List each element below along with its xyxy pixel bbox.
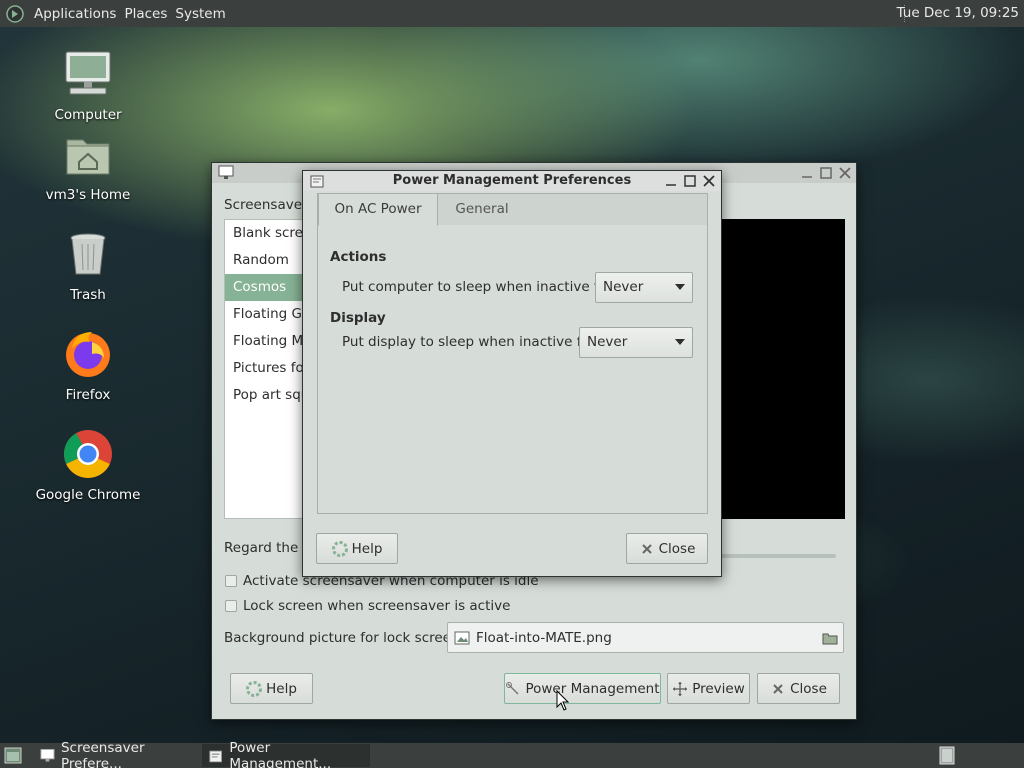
clock[interactable]: Tue Dec 19, 09:25 bbox=[897, 5, 1019, 21]
minimize-icon[interactable] bbox=[800, 166, 814, 180]
lock-label: Lock screen when screensaver is active bbox=[243, 598, 511, 614]
mate-logo-icon[interactable] bbox=[6, 4, 24, 23]
power-tabs: On AC Power General bbox=[317, 193, 708, 226]
close-label: Close bbox=[790, 680, 827, 697]
close-icon[interactable] bbox=[702, 174, 716, 188]
actions-heading: Actions bbox=[330, 249, 387, 265]
list-item-selected[interactable]: Cosmos bbox=[225, 274, 311, 301]
close-x-icon bbox=[641, 543, 652, 554]
show-desktop-icon[interactable] bbox=[4, 747, 22, 764]
close-icon[interactable] bbox=[838, 166, 852, 180]
desktop-icon-label: Firefox bbox=[65, 387, 111, 403]
task-power-management[interactable]: Power Management... bbox=[202, 740, 370, 768]
firefox-icon bbox=[66, 332, 110, 377]
desktop-icon-label: Google Chrome bbox=[35, 487, 141, 503]
maximize-icon[interactable] bbox=[683, 174, 697, 188]
tab-general[interactable]: General bbox=[438, 194, 526, 226]
sleep-computer-value: Never bbox=[603, 279, 644, 295]
list-item[interactable]: Pictures fol bbox=[225, 355, 311, 382]
display-heading: Display bbox=[330, 310, 386, 326]
power-help-label: Help bbox=[351, 540, 383, 557]
applications-menu[interactable]: Applications bbox=[30, 6, 120, 22]
sleep-computer-label: Put computer to sleep when inactive for: bbox=[342, 279, 617, 295]
list-item[interactable]: Floating MA bbox=[225, 328, 311, 355]
power-close-button[interactable]: Close bbox=[626, 533, 708, 564]
power-window-title: Power Management Preferences bbox=[392, 173, 632, 188]
lock-checkbox[interactable] bbox=[225, 600, 237, 612]
task-label: Screensaver Prefere... bbox=[60, 739, 145, 768]
dropdown-arrow-icon bbox=[675, 284, 685, 290]
workspace-switcher-icon[interactable] bbox=[939, 746, 955, 765]
dropdown-arrow-icon bbox=[675, 339, 685, 345]
sleep-display-dropdown[interactable]: Never bbox=[579, 327, 693, 358]
preview-label: Preview bbox=[692, 680, 745, 697]
help-icon bbox=[246, 680, 263, 697]
monitor-icon bbox=[40, 748, 55, 762]
desktop-icon-label: Computer bbox=[54, 107, 122, 123]
fullscreen-icon bbox=[673, 681, 688, 696]
image-file-icon bbox=[454, 631, 470, 644]
close-button[interactable]: Close bbox=[757, 673, 840, 704]
power-titlebar[interactable]: Power Management Preferences bbox=[303, 171, 721, 191]
computer-icon bbox=[65, 51, 111, 95]
mouse-cursor-icon bbox=[556, 690, 570, 711]
regard-label: Regard the c bbox=[224, 540, 310, 556]
bottom-taskbar: Screensaver Prefere... Power Management.… bbox=[0, 740, 1024, 768]
task-label: Power Management... bbox=[229, 739, 332, 768]
help-label: Help bbox=[266, 680, 297, 697]
desktop-icon-label: Trash bbox=[70, 287, 106, 303]
bg-picture-label: Background picture for lock screen: bbox=[224, 630, 465, 646]
theme-list[interactable]: Blank scree Random Cosmos Floating GN Fl… bbox=[224, 219, 312, 519]
power-management-window: Power Management Preferences On AC Power… bbox=[302, 170, 722, 577]
power-preferences-icon bbox=[209, 750, 222, 762]
monitor-icon bbox=[218, 165, 234, 179]
power-close-label: Close bbox=[658, 540, 696, 557]
power-management-icon bbox=[506, 681, 519, 695]
list-item[interactable]: Blank scree bbox=[225, 220, 311, 247]
close-x-icon bbox=[773, 683, 783, 694]
tab-on-ac-power[interactable]: On AC Power bbox=[318, 193, 438, 226]
list-item[interactable]: Pop art squ bbox=[225, 382, 311, 409]
desktop-icon-trash[interactable]: Trash bbox=[33, 228, 143, 303]
sleep-display-label: Put display to sleep when inactive for: bbox=[342, 334, 600, 350]
trash-icon bbox=[70, 233, 106, 275]
minimize-icon[interactable] bbox=[664, 174, 678, 188]
desktop-icon-home[interactable]: vm3's Home bbox=[33, 128, 143, 203]
places-menu[interactable]: Places bbox=[120, 6, 171, 22]
delay-slider[interactable] bbox=[720, 554, 836, 558]
preview-button[interactable]: Preview bbox=[667, 673, 750, 704]
desktop-icon-label: vm3's Home bbox=[45, 187, 131, 203]
power-management-label: Power Management bbox=[525, 680, 660, 697]
list-item[interactable]: Random bbox=[225, 247, 311, 274]
desktop-icon-chrome[interactable]: Google Chrome bbox=[33, 428, 143, 503]
help-icon bbox=[331, 540, 348, 557]
top-panel: Applications Places System Tue Dec 19, 0… bbox=[0, 0, 1024, 27]
preview-area bbox=[720, 219, 845, 519]
help-button[interactable]: Help bbox=[230, 673, 313, 704]
system-menu[interactable]: System bbox=[171, 6, 229, 22]
power-help-button[interactable]: Help bbox=[316, 533, 398, 564]
home-folder-icon bbox=[66, 139, 110, 175]
bg-file-name: Float-into-MATE.png bbox=[476, 629, 612, 646]
power-management-button[interactable]: Power Management bbox=[504, 673, 661, 704]
bg-picture-chooser[interactable]: Float-into-MATE.png bbox=[447, 622, 844, 653]
desktop-icon-computer[interactable]: Computer bbox=[33, 48, 143, 123]
maximize-icon[interactable] bbox=[819, 166, 833, 180]
chrome-icon bbox=[64, 430, 112, 478]
sleep-display-value: Never bbox=[587, 334, 628, 350]
activate-checkbox[interactable] bbox=[225, 575, 237, 587]
list-item[interactable]: Floating GN bbox=[225, 301, 311, 328]
task-screensaver[interactable]: Screensaver Prefere... bbox=[34, 740, 200, 768]
folder-icon[interactable] bbox=[822, 630, 838, 646]
desktop-icon-firefox[interactable]: Firefox bbox=[33, 328, 143, 403]
power-preferences-icon bbox=[310, 175, 324, 188]
sleep-computer-dropdown[interactable]: Never bbox=[595, 272, 693, 303]
